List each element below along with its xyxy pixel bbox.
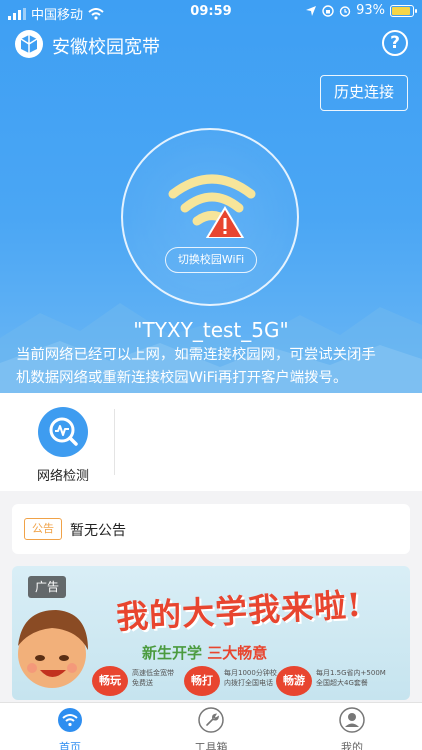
banner-subtitle-highlight: 三大畅意 [207,644,268,662]
tab-mine[interactable]: 我的 [282,705,422,750]
network-check-button[interactable] [38,407,88,457]
history-connection-button[interactable]: 历史连接 [320,75,408,111]
tab-toolbox[interactable]: 工具箱 [141,705,281,750]
banner-pill: 畅游 [276,666,312,696]
banner-pill-desc-line: 每月1000分钟校 [224,669,277,677]
app-bar: 安徽校园宽带 ? [0,26,422,62]
banner-pill-desc-line: 每月1.5G省内+500M [316,669,386,677]
banner-pill-desc: 高速低金宽带 免费送 [132,668,174,688]
wifi-warning-icon [168,174,256,238]
network-hint-line: 当前网络已经可以上网，如需连接校园网，可尝试关闭手 [16,347,376,363]
notice-tag: 公告 [24,518,62,540]
banner-pill: 畅打 [184,666,220,696]
banner-pill-desc-line: 免费送 [132,679,153,687]
banner-pill-desc-line: 全国超大4G套餐 [316,679,368,687]
notice-card[interactable]: 公告 暂无公告 [12,504,410,554]
app-logo-icon [15,30,43,58]
banner-subtitle-plain: 新生开学 [142,644,203,662]
hero-section: 中国移动 09:59 93% 安徽校园宽带 ? 历史连接 切换校园WiFi "T… [0,0,422,393]
banner-headline: 我的大学我来啦! [115,585,363,637]
banner-subtitle: 新生开学 三大畅意 [142,642,267,663]
alarm-icon [339,5,351,17]
tab-toolbox-label: 工具箱 [194,741,228,750]
battery-percent: 93% [356,3,385,18]
user-icon [339,707,365,733]
feature-strip: 网络检测 [0,393,422,491]
banner-pill-desc-line: 高速低金宽带 [132,669,174,677]
ad-tag: 广告 [28,576,66,598]
banner-pill: 畅玩 [92,666,128,696]
network-check-label[interactable]: 网络检测 [32,465,94,484]
network-hint: 当前网络已经可以上网，如需连接校园网，可尝试关闭手 机数据网络或重新连接校园Wi… [16,344,412,390]
ssid-label: "TYXY_test_5G" [133,318,289,342]
help-button[interactable]: ? [382,30,408,56]
ad-banner[interactable]: 广告 我的大学我来啦! 新生开学 三大畅意 畅玩 高速低金宽带 免费送 畅打 每… [12,566,410,700]
tab-home[interactable]: 首页 [0,705,140,750]
cartoon-girl-image [18,610,88,688]
tab-mine-label: 我的 [341,741,363,750]
notice-text: 暂无公告 [70,523,126,539]
banner-pill-desc-line: 内拨打全国电话 [224,679,273,687]
status-bar: 中国移动 09:59 93% [0,0,422,24]
wifi-status-circle: 切换校园WiFi [121,128,299,306]
location-icon [306,5,317,16]
banner-pill-desc: 每月1000分钟校 内拨打全国电话 [224,668,277,688]
switch-wifi-button[interactable]: 切换校园WiFi [165,247,257,273]
divider [114,409,115,475]
wrench-icon [198,707,224,733]
tab-bar: 首页 工具箱 我的 [0,702,422,750]
tab-home-label: 首页 [59,741,81,750]
battery-icon [390,4,417,17]
page-title: 安徽校园宽带 [52,37,160,58]
lock-rotation-icon [322,4,334,17]
wifi-home-icon [58,708,82,732]
network-hint-line: 机数据网络或重新连接校园WiFi再打开客户端拨号。 [16,370,348,386]
search-wave-icon [49,417,78,446]
banner-pill-desc: 每月1.5G省内+500M 全国超大4G套餐 [316,668,386,688]
